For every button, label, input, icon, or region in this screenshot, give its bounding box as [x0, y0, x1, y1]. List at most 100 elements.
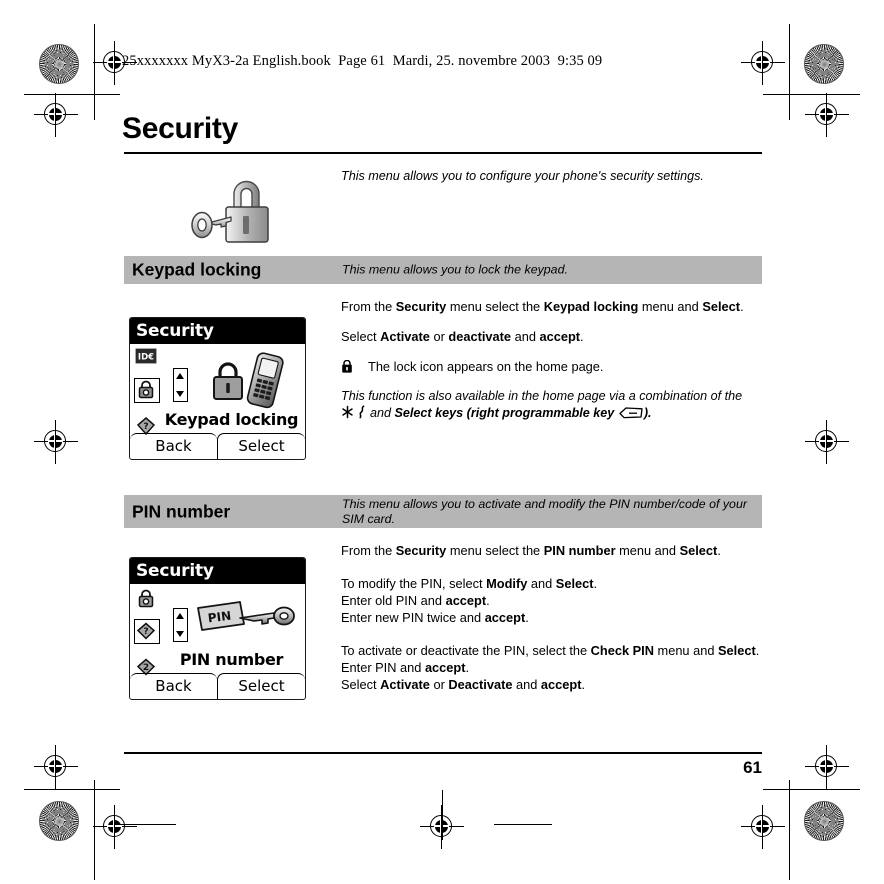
fold-line-bottom-mid	[494, 824, 552, 826]
page-intro-text: This menu allows you to configure your p…	[341, 169, 704, 183]
section-body-pin-number: From the Security menu select the PIN nu…	[341, 542, 763, 693]
section-band-keypad-locking: Keypad locking This menu allows you to l…	[124, 256, 762, 284]
text-bold: Activate	[380, 329, 430, 344]
modify-pin-line-3: Enter new PIN twice and accept.	[341, 609, 763, 626]
text-fragment: menu select the	[446, 543, 544, 558]
section-description-keypad-locking: This menu allows you to lock the keypad.	[342, 262, 568, 277]
note-lock-icon-row: The lock icon appears on the home page.	[341, 358, 763, 375]
text-fragment: menu and	[653, 643, 719, 658]
text-fragment: and	[366, 405, 395, 420]
right-programmable-key-icon	[618, 406, 644, 424]
trim-line-top-left-vertical	[94, 24, 96, 120]
softkey-back[interactable]: Back	[130, 433, 217, 459]
text-fragment: From the	[341, 299, 396, 314]
fold-line-bottom-center	[442, 790, 444, 840]
softkey-select[interactable]: Select	[217, 673, 305, 699]
text-fragment: menu and	[638, 299, 703, 314]
text-fragment: Enter new PIN twice and	[341, 610, 485, 625]
phone-screenshot-pin-number: Security ? 2 PIN PIN number Back Select	[129, 557, 306, 700]
text-fragment: To modify the PIN, select	[341, 576, 487, 591]
padlock-and-key-icon	[186, 176, 280, 253]
text-fragment: Select	[341, 329, 381, 344]
trim-line-top-right-vertical	[789, 24, 791, 120]
title-divider	[124, 152, 762, 154]
phone-softkey-bar: Back Select	[130, 673, 305, 699]
trim-line-bottom-left-vertical	[94, 780, 96, 880]
color-registration-starburst-top-right	[804, 44, 844, 84]
text-bold: Deactivate	[448, 677, 513, 692]
text-fragment: menu select the	[446, 299, 544, 314]
modify-pin-line-1: To modify the PIN, select Modify and Sel…	[341, 575, 763, 592]
text-bold: PIN number	[543, 543, 616, 558]
text-bold: Keypad locking	[543, 299, 639, 314]
registration-mark-top-right	[741, 41, 785, 85]
text-fragment: .	[593, 576, 598, 591]
color-registration-starburst-top-left	[39, 44, 79, 84]
text-fragment: or	[429, 677, 449, 692]
text-fragment: and	[527, 576, 556, 591]
book-slug-line: 25xxxxxxx MyX3-2a English.book Page 61 M…	[122, 53, 603, 69]
text-bold: Security	[395, 299, 447, 314]
phone-titlebar: Security	[130, 318, 305, 344]
text-fragment: To activate or deactivate the PIN, selec…	[341, 643, 591, 658]
text-bold: accept	[424, 660, 466, 675]
color-registration-starburst-bottom-right	[804, 801, 844, 841]
text-bold: Modify	[486, 576, 528, 591]
registration-mark-right-bottom	[805, 745, 849, 789]
section-title-pin-number: PIN number	[132, 501, 231, 521]
text-fragment: and	[511, 329, 540, 344]
phone-with-padlock-icon	[208, 351, 292, 415]
registration-mark-left-top	[34, 93, 78, 137]
text-fragment: menu and	[615, 543, 680, 558]
text-bold: Check PIN	[590, 643, 654, 658]
text-bold: Select keys (right programmable key	[394, 405, 615, 420]
registration-mark-bottom-center	[420, 805, 464, 849]
section-band-pin-number: PIN number This menu allows you to activ…	[124, 495, 762, 528]
text-fragment: Enter PIN and	[341, 660, 425, 675]
instruction-line-1: From the Security menu select the PIN nu…	[341, 542, 763, 559]
trim-line-bottom-right-horizontal	[763, 789, 860, 791]
footer-divider	[124, 752, 762, 754]
fold-line-bottom-left	[118, 824, 176, 826]
trim-line-top-right-horizontal	[763, 94, 860, 96]
text-fragment: or	[429, 329, 449, 344]
registration-mark-bottom-right	[741, 805, 785, 849]
registration-mark-bottom-left	[93, 805, 137, 849]
text-fragment: Enter old PIN and	[341, 593, 446, 608]
section-description-pin-number: This menu allows you to activate and mod…	[342, 496, 747, 526]
text-fragment: .	[525, 610, 529, 625]
phone-scroll-indicator	[173, 368, 188, 402]
text-bold: accept	[540, 677, 582, 692]
keypad-lock-icon	[135, 588, 159, 611]
section-title-keypad-locking: Keypad locking	[132, 259, 262, 280]
text-bold: accept	[484, 610, 526, 625]
note-text: The lock icon appears on the home page.	[368, 359, 604, 374]
star-key-icon	[341, 405, 354, 424]
softkey-select[interactable]: Select	[217, 433, 305, 459]
text-bold: Activate	[380, 677, 430, 692]
italic-tip-note: This function is also available in the h…	[341, 388, 763, 423]
svg-text:?: ?	[143, 627, 148, 637]
registration-mark-right-middle	[805, 420, 849, 464]
trim-line-top-left-horizontal	[24, 94, 120, 96]
instruction-line-1: From the Security menu select the Keypad…	[341, 298, 763, 315]
text-bold: deactivate	[448, 329, 512, 344]
registration-mark-right-top	[805, 93, 849, 137]
text-bold: Select	[555, 576, 594, 591]
phone-softkey-bar: Back Select	[130, 433, 305, 459]
lock-icon	[341, 359, 353, 373]
softkey-back[interactable]: Back	[130, 673, 217, 699]
svg-text:ID€: ID€	[138, 353, 154, 363]
instruction-line-2: Select Activate or deactivate and accept…	[341, 328, 763, 345]
text-fragment: .	[581, 677, 586, 692]
text-fragment: and	[512, 677, 541, 692]
text-fragment: .	[717, 543, 721, 558]
text-bold: Security	[395, 543, 447, 558]
text-fragment: From the	[341, 543, 396, 558]
phone-titlebar: Security	[130, 558, 305, 584]
text-bold: Select	[702, 299, 741, 314]
check-pin-line-1: To activate or deactivate the PIN, selec…	[341, 642, 763, 659]
text-bold: Select	[718, 643, 756, 658]
text-fragment: .	[486, 593, 490, 608]
text-bold: accept	[445, 593, 487, 608]
